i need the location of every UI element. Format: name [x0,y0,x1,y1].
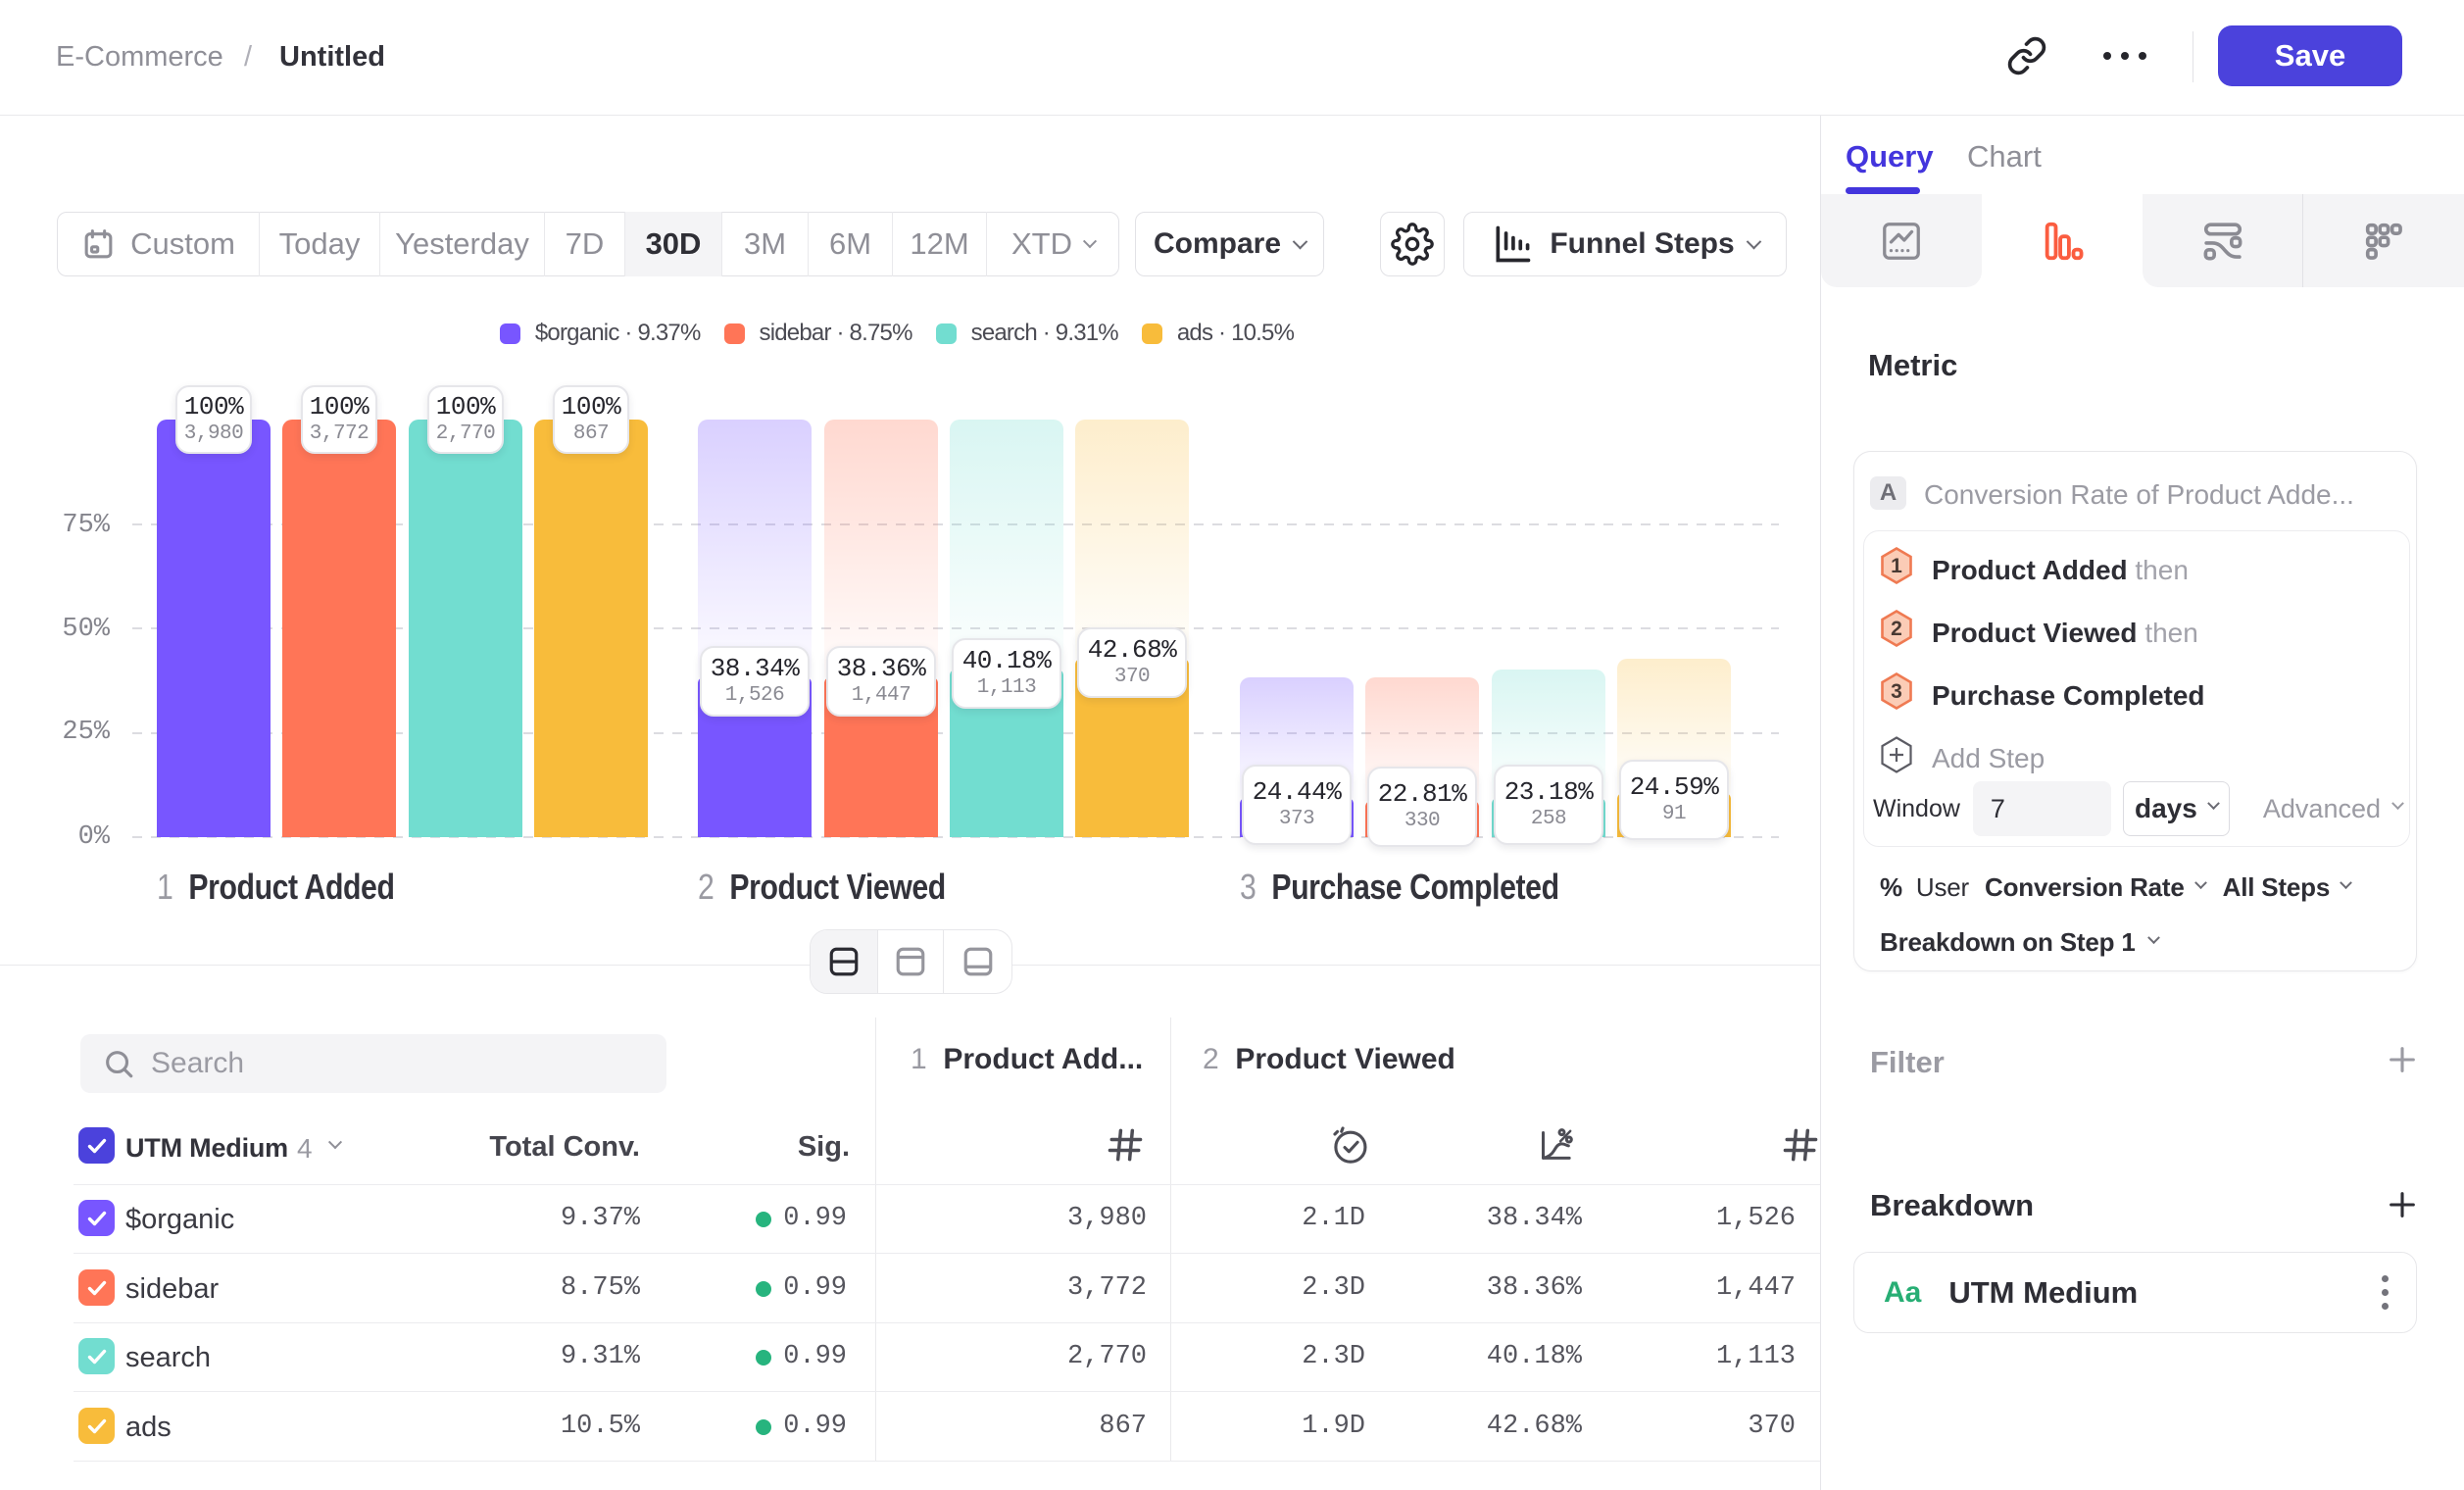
svg-text:1: 1 [1891,555,1902,577]
svg-text:2: 2 [1891,618,1902,640]
svg-text:3: 3 [1891,680,1902,703]
